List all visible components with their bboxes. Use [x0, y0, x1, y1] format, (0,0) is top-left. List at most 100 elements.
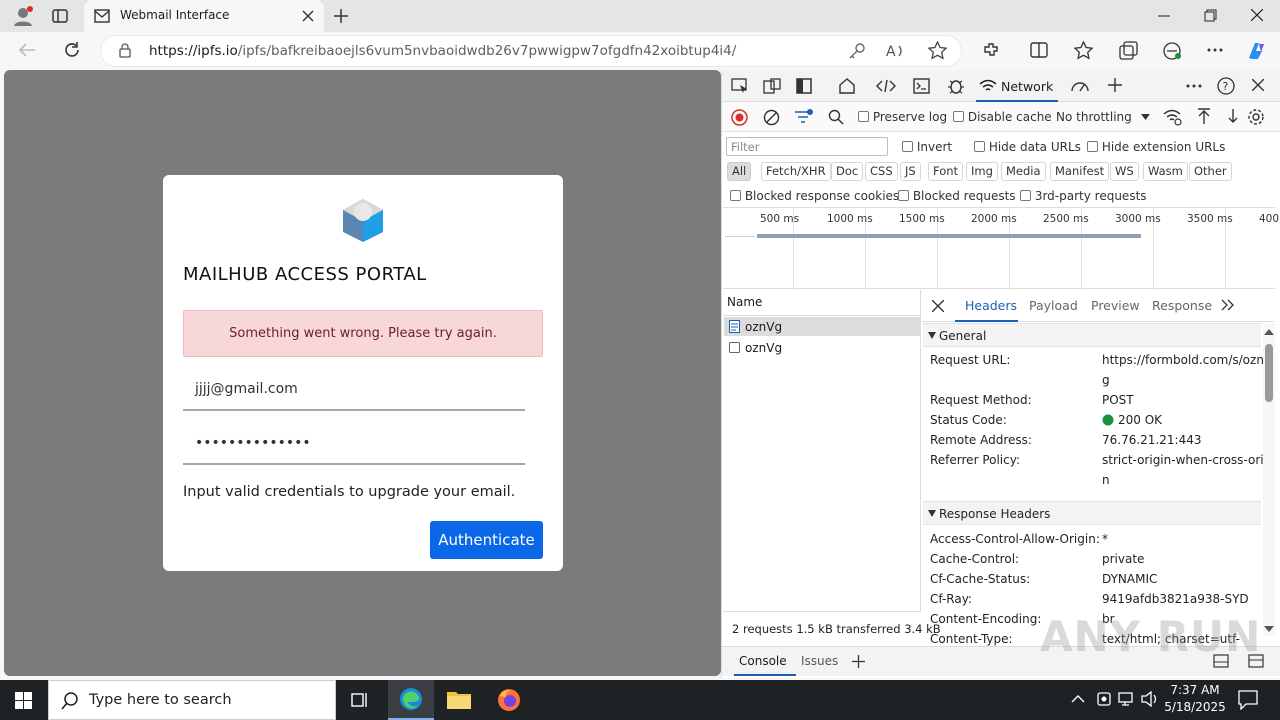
hide-extension-urls-checkbox[interactable]: Hide extension URLs — [1087, 140, 1225, 154]
close-detail-icon[interactable] — [932, 300, 944, 312]
new-tab-icon[interactable] — [333, 8, 349, 24]
notification-icon[interactable] — [1238, 690, 1258, 710]
devtools-more-icon[interactable] — [1186, 84, 1202, 88]
split-screen-icon[interactable] — [1030, 42, 1048, 58]
windows-start-icon[interactable] — [15, 692, 32, 709]
response-headers-section-header[interactable]: Response Headers — [923, 501, 1261, 525]
tray-volume-icon[interactable] — [1141, 691, 1159, 707]
task-view-icon[interactable] — [351, 691, 369, 709]
record-icon[interactable] — [731, 109, 748, 126]
throttling-select[interactable]: No throttling — [1056, 110, 1132, 124]
name-column-header[interactable]: Name — [723, 290, 921, 316]
profile-icon[interactable] — [12, 5, 34, 27]
filter-font[interactable]: Font — [928, 162, 964, 181]
sources-bug-icon[interactable] — [947, 77, 965, 95]
more-tabs-chevron-icon[interactable] — [1221, 299, 1234, 311]
tab-network[interactable]: Network — [976, 70, 1058, 102]
authenticate-button[interactable]: Authenticate — [430, 521, 543, 559]
import-har-icon[interactable] — [1197, 108, 1211, 125]
tray-security-icon[interactable] — [1096, 691, 1112, 707]
elements-icon[interactable] — [876, 78, 896, 94]
password-field[interactable]: •••••••••••••• — [183, 427, 525, 465]
add-tab-icon[interactable] — [1108, 78, 1122, 92]
network-conditions-icon[interactable] — [1163, 108, 1183, 126]
settings-gear-icon[interactable] — [1247, 108, 1265, 126]
third-party-checkbox[interactable]: 3rd-party requests — [1020, 189, 1147, 203]
filter-input[interactable]: Filter — [726, 137, 888, 156]
browser-tab[interactable]: Webmail Interface — [84, 0, 324, 32]
drawer-tab-issues[interactable]: Issues — [801, 654, 838, 668]
export-har-icon[interactable] — [1227, 108, 1239, 125]
disable-cache-checkbox[interactable]: Disable cache — [953, 110, 1052, 124]
filter-doc[interactable]: Doc — [831, 162, 864, 181]
file-explorer-icon[interactable] — [447, 689, 471, 709]
extensions-icon[interactable] — [982, 41, 1000, 59]
console-tab-icon[interactable] — [913, 78, 930, 94]
clear-icon[interactable] — [763, 109, 780, 126]
network-timeline[interactable]: 500 ms 1000 ms 1500 ms 2000 ms 2500 ms 3… — [723, 207, 1279, 290]
tab-payload[interactable]: Payload — [1029, 298, 1078, 313]
help-icon[interactable]: ? — [1217, 77, 1235, 95]
restore-icon[interactable] — [1204, 9, 1217, 22]
copilot-icon[interactable] — [1245, 40, 1269, 62]
home-icon[interactable] — [838, 77, 856, 94]
chevron-down-icon[interactable] — [1141, 114, 1150, 120]
filter-media[interactable]: Media — [1001, 162, 1046, 181]
url-text[interactable]: https://ipfs.io/ipfs/bafkreibaoejls6vum5… — [149, 43, 736, 59]
taskbar-search[interactable]: Type here to search — [48, 680, 336, 720]
dock-side-icon[interactable] — [796, 78, 812, 94]
key-icon[interactable] — [848, 42, 866, 60]
hide-data-urls-checkbox[interactable]: Hide data URLs — [974, 140, 1081, 154]
window-close-icon[interactable] — [1251, 9, 1263, 21]
more-menu-icon[interactable] — [1207, 48, 1223, 52]
filter-img[interactable]: Img — [966, 162, 998, 181]
tray-network-icon[interactable] — [1118, 691, 1136, 707]
device-emulation-icon[interactable] — [763, 78, 781, 94]
email-field[interactable]: jjjj@gmail.com — [183, 373, 525, 411]
tray-chevron-up-icon[interactable] — [1071, 693, 1085, 703]
inspect-icon[interactable] — [731, 78, 749, 94]
scrollbar-thumb[interactable] — [1265, 344, 1273, 402]
tab-preview[interactable]: Preview — [1091, 298, 1140, 313]
favorites-icon[interactable] — [1074, 41, 1093, 60]
filter-manifest[interactable]: Manifest — [1050, 162, 1110, 181]
collections-icon[interactable] — [1119, 41, 1138, 60]
filter-fetch-xhr[interactable]: Fetch/XHR — [761, 162, 831, 181]
cf-ray-value: 9419afdb3821a938-SYD — [1102, 592, 1249, 606]
request-row[interactable]: oznVg — [724, 338, 921, 357]
firefox-icon[interactable] — [497, 688, 521, 712]
filter-css[interactable]: CSS — [865, 162, 898, 181]
read-aloud-icon[interactable]: A — [886, 42, 906, 60]
filter-toggle-icon[interactable] — [794, 109, 814, 125]
filter-all[interactable]: All — [727, 162, 752, 181]
request-row[interactable]: oznVg — [724, 317, 921, 336]
devtools-close-icon[interactable] — [1252, 79, 1264, 91]
browser-essentials-icon[interactable] — [1162, 41, 1182, 60]
taskbar-clock[interactable]: 7:37 AM 5/18/2025 — [1160, 682, 1230, 716]
blocked-requests-checkbox[interactable]: Blocked requests — [898, 189, 1016, 203]
minimize-icon[interactable] — [1158, 10, 1170, 22]
lock-icon[interactable] — [119, 43, 131, 58]
refresh-icon[interactable] — [63, 41, 81, 59]
filter-wasm[interactable]: Wasm — [1143, 162, 1188, 181]
blocked-cookies-checkbox[interactable]: Blocked response cookies — [730, 189, 899, 203]
scroll-up-icon[interactable] — [1264, 329, 1274, 335]
performance-icon[interactable] — [1071, 78, 1089, 94]
close-tab-icon[interactable] — [302, 10, 314, 22]
preserve-log-checkbox[interactable]: Preserve log — [858, 110, 947, 124]
favorite-star-icon[interactable] — [928, 41, 947, 60]
invert-checkbox[interactable]: Invert — [902, 140, 952, 154]
filter-js[interactable]: JS — [900, 162, 921, 181]
tab-headers[interactable]: Headers — [955, 290, 1018, 322]
filter-other[interactable]: Other — [1189, 162, 1232, 181]
tab-actions-icon[interactable] — [52, 8, 68, 24]
back-icon[interactable] — [18, 42, 36, 58]
drawer-tab-console[interactable]: Console — [739, 654, 787, 668]
drawer-add-icon[interactable] — [852, 655, 865, 668]
tab-response[interactable]: Response — [1152, 298, 1212, 313]
filter-ws[interactable]: WS — [1110, 162, 1139, 181]
search-icon[interactable] — [828, 109, 844, 125]
general-section-header[interactable]: General — [923, 323, 1261, 347]
scroll-down-icon[interactable] — [1264, 626, 1274, 632]
taskbar-edge[interactable] — [388, 680, 434, 720]
